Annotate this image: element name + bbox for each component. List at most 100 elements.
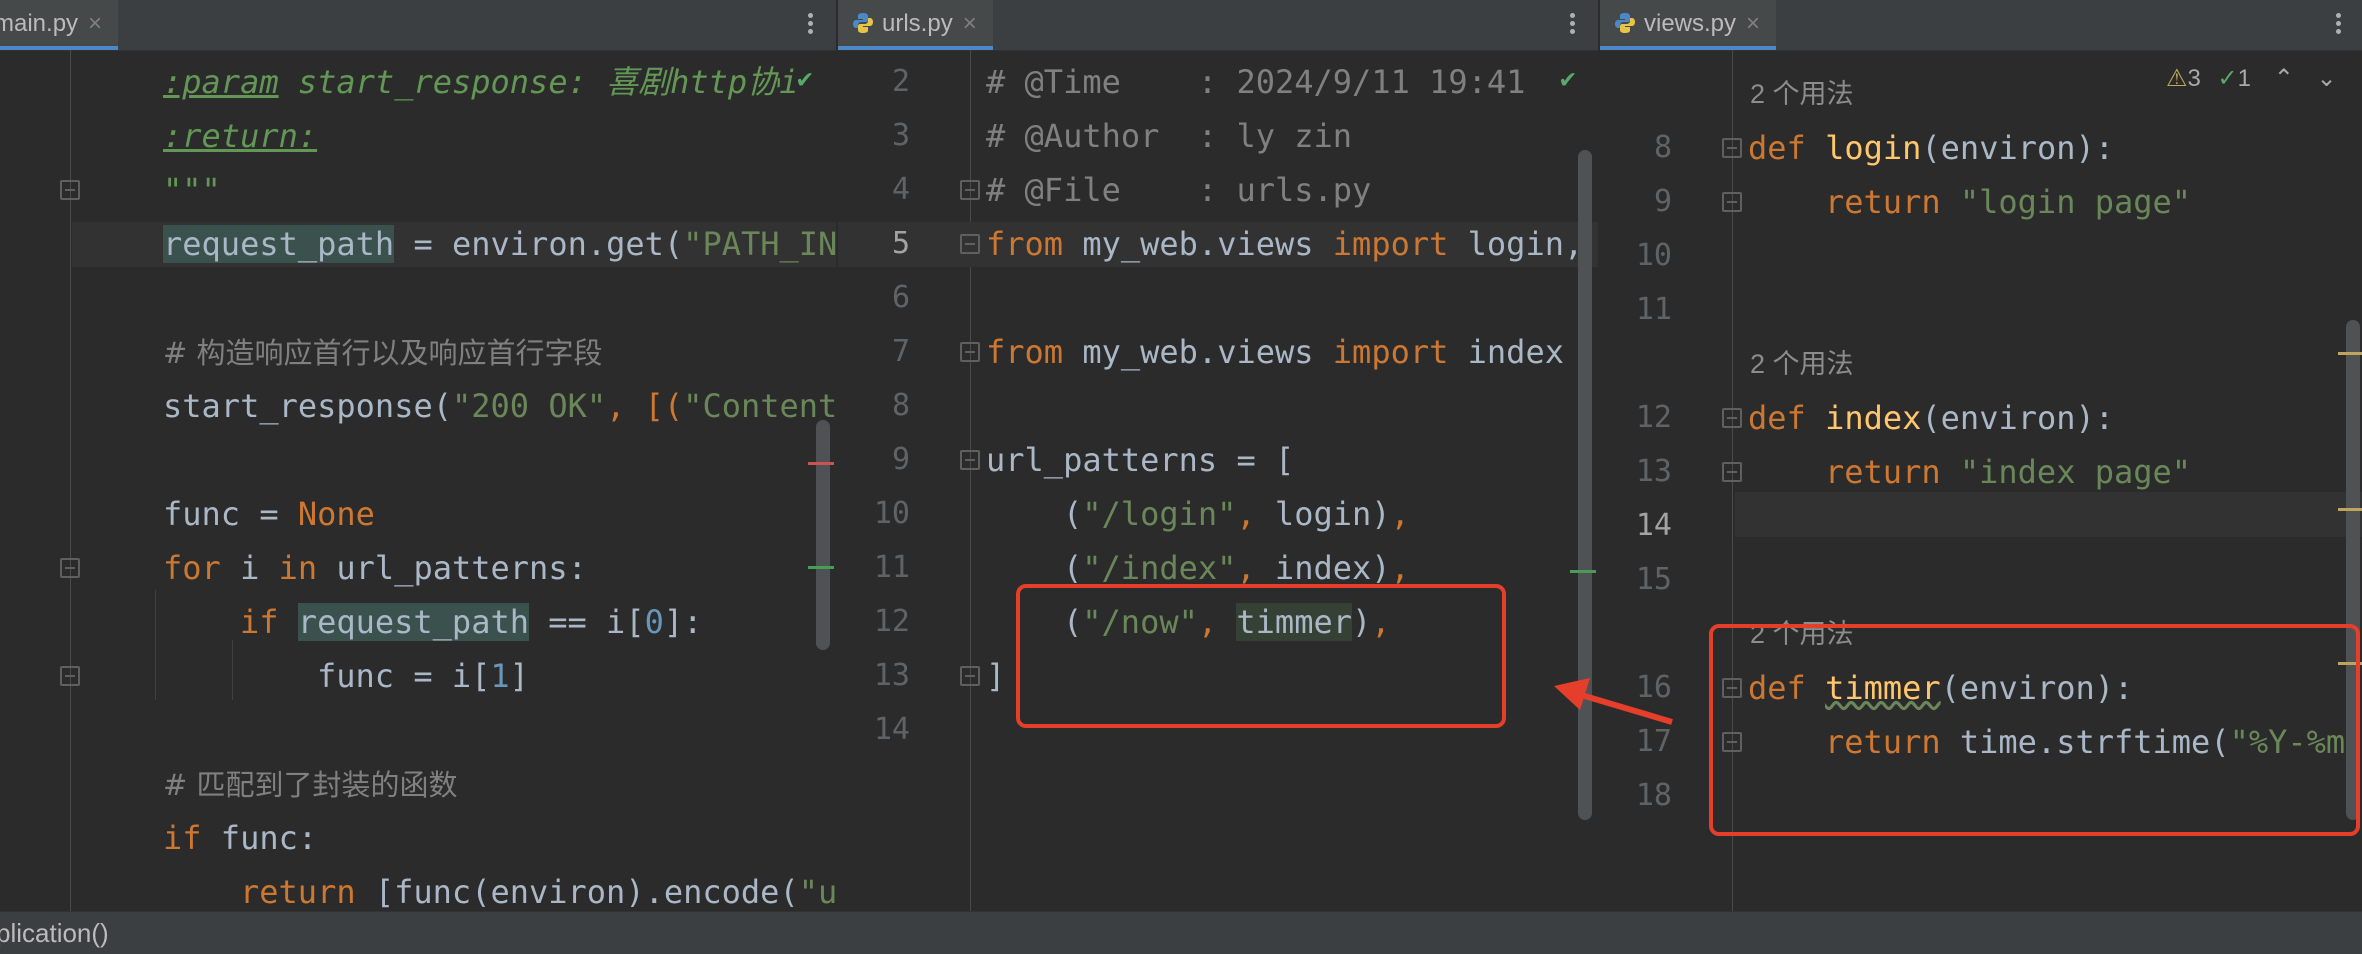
line-number: 5 — [891, 226, 910, 261]
line-number: 10 — [1635, 238, 1672, 273]
tab-urls-py[interactable]: urls.py × — [838, 0, 993, 50]
kebab-menu-icon[interactable] — [806, 10, 814, 40]
kebab-menu-icon[interactable] — [1568, 10, 1576, 40]
line-number: 12 — [873, 604, 910, 639]
tab-bar: views.py × — [1600, 0, 2362, 51]
line-number: 9 — [891, 442, 910, 477]
close-icon[interactable]: × — [1746, 10, 1760, 37]
code-line[interactable]: return [func(environ).encode("u — [240, 874, 836, 910]
python-file-icon — [853, 13, 873, 33]
fold-marker[interactable] — [60, 180, 80, 200]
code-line[interactable]: if request_path == i[0]: — [240, 603, 702, 641]
code-line[interactable]: # @Author : ly zin — [986, 118, 1352, 154]
code-line[interactable]: def index(environ): — [1748, 400, 2114, 436]
code-line[interactable]: return "login page" — [1825, 184, 2191, 220]
fold-marker[interactable] — [1722, 192, 1742, 212]
fold-marker[interactable] — [1722, 462, 1742, 482]
code-line[interactable]: func = None — [163, 496, 375, 532]
fold-marker[interactable] — [960, 450, 980, 470]
code-line[interactable]: # 匹配到了封装的函数 — [163, 766, 458, 803]
usages-hint[interactable]: 2 个用法 — [1750, 76, 1854, 112]
fold-marker[interactable] — [1722, 138, 1742, 158]
code-line[interactable]: # @Time : 2024/9/11 19:41 — [986, 64, 1525, 100]
line-number: 7 — [891, 334, 910, 369]
line-number: 18 — [1635, 778, 1672, 813]
line-number: 14 — [1635, 508, 1672, 543]
line-number: 13 — [1635, 454, 1672, 489]
chevron-down-icon[interactable]: ⌄ — [2316, 65, 2336, 92]
indent-guide — [155, 590, 156, 700]
red-highlight-box — [1709, 624, 2360, 836]
code-line[interactable]: url_patterns = [ — [986, 442, 1294, 478]
tab-bar: main.py × — [0, 0, 836, 51]
fold-marker[interactable] — [60, 558, 80, 578]
inspection-widget[interactable]: ⚠3 ✓1 ⌃ ⌄ — [2166, 64, 2337, 93]
close-icon[interactable]: × — [963, 10, 977, 37]
warning-count: 3 — [2187, 65, 2201, 92]
code-line[interactable]: start_response("200 OK", [("Content — [163, 388, 836, 424]
editor-pane-urls: urls.py × 2 3 4 5 6 7 8 9 10 11 12 13 14 … — [838, 0, 1598, 912]
code-line[interactable]: return "index page" — [1825, 454, 2191, 490]
warning-icon: ⚠ — [2166, 65, 2188, 92]
red-arrow-annotation — [1554, 678, 1673, 725]
check-icon: ✔ — [797, 64, 813, 94]
line-number: 6 — [891, 280, 910, 315]
code-line[interactable]: if func: — [163, 820, 317, 856]
line-number: 8 — [891, 388, 910, 423]
tab-views-py[interactable]: views.py × — [1600, 0, 1777, 50]
warning-stripe-marker — [2338, 508, 2362, 511]
fold-marker[interactable] — [1722, 408, 1742, 428]
tab-label: views.py — [1644, 10, 1737, 37]
code-line[interactable]: :param start_response: 喜剧http协i — [163, 64, 798, 100]
tab-bar: urls.py × — [838, 0, 1598, 51]
check-icon: ✔ — [1560, 64, 1576, 94]
vertical-scrollbar[interactable] — [816, 420, 830, 650]
code-line[interactable]: """ — [163, 172, 221, 208]
code-line[interactable]: ("/login", login), — [1063, 496, 1410, 532]
code-line[interactable]: def login(environ): — [1748, 130, 2114, 166]
code-line[interactable]: :return: — [163, 118, 317, 154]
red-highlight-box — [1016, 584, 1506, 728]
code-line[interactable]: from my_web.views import index — [986, 334, 1564, 370]
code-line[interactable]: # 构造响应首行以及响应首行字段 — [163, 334, 603, 371]
line-number: 12 — [1635, 400, 1672, 435]
line-number: 11 — [1635, 292, 1672, 327]
current-line-highlight — [1735, 492, 2362, 537]
usages-hint[interactable]: 2 个用法 — [1750, 346, 1854, 382]
chevron-up-icon[interactable]: ⌃ — [2274, 65, 2294, 92]
line-number: 14 — [873, 712, 910, 747]
python-file-icon — [1615, 13, 1635, 33]
warning-stripe-marker — [2338, 352, 2362, 355]
fold-marker[interactable] — [60, 666, 80, 686]
indent-guide — [232, 640, 233, 700]
fold-marker[interactable] — [960, 666, 980, 686]
line-number: 3 — [891, 118, 910, 153]
typo-check-icon: ✓ — [2217, 65, 2238, 92]
editor-pane-main: main.py × :param start_response: 喜剧http协i… — [0, 0, 836, 912]
typo-count: 1 — [2237, 65, 2252, 92]
code-line[interactable]: for i in url_patterns: — [163, 550, 587, 586]
tab-main-py[interactable]: main.py × — [0, 0, 119, 50]
change-stripe-marker — [1570, 570, 1596, 573]
line-number: 11 — [873, 550, 910, 585]
breadcrumb[interactable]: plication() — [0, 912, 109, 954]
code-line[interactable]: # @File : urls.py — [986, 172, 1371, 208]
fold-marker[interactable] — [960, 342, 980, 362]
fold-marker[interactable] — [960, 180, 980, 200]
code-line[interactable]: func = i[1] — [317, 658, 529, 694]
code-line[interactable]: ("/index", index), — [1063, 550, 1410, 586]
kebab-menu-icon[interactable] — [2334, 10, 2342, 40]
fold-marker[interactable] — [960, 234, 980, 254]
line-number: 4 — [891, 172, 910, 207]
line-number: 15 — [1635, 562, 1672, 597]
code-line[interactable]: from my_web.views import login, — [986, 226, 1583, 262]
tab-label: main.py — [0, 10, 79, 37]
breadcrumb-bar: plication() — [0, 911, 2362, 954]
line-number: 9 — [1653, 184, 1672, 219]
change-stripe-marker — [808, 566, 834, 569]
error-stripe-marker — [808, 462, 834, 465]
code-line[interactable]: ] — [986, 658, 1005, 694]
line-number: 2 — [891, 64, 910, 99]
close-icon[interactable]: × — [88, 10, 102, 37]
code-line[interactable]: request_path = environ.get("PATH_IN — [163, 225, 836, 263]
